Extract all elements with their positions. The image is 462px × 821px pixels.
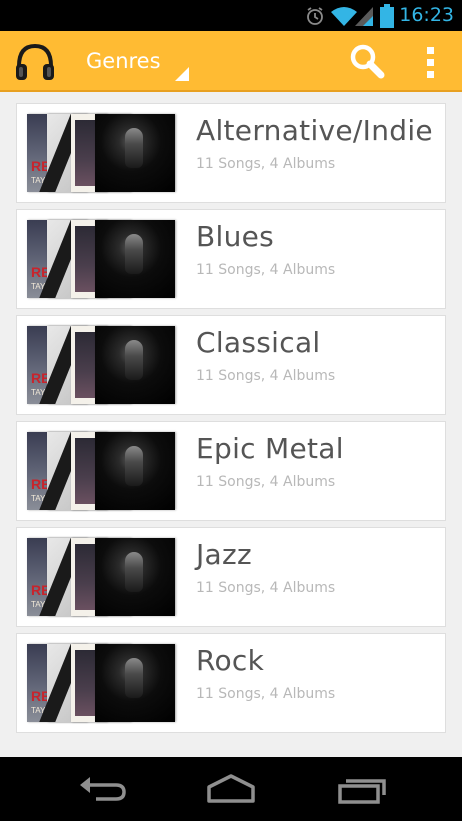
album-art xyxy=(95,114,175,192)
album-art-stack: RED TAYLOR xyxy=(27,114,175,194)
page-title: Genres xyxy=(86,49,161,73)
album-art xyxy=(95,220,175,298)
genre-name: Rock xyxy=(196,644,265,677)
alarm-icon xyxy=(307,7,323,25)
genre-card-alternative-indie[interactable]: RED TAYLOR Alternative/Indie 11 Songs, 4… xyxy=(16,103,446,203)
genre-name: Classical xyxy=(196,326,321,359)
signal-icon xyxy=(355,7,373,26)
genre-card-epic-metal[interactable]: RED TAYLOR Epic Metal 11 Songs, 4 Albums xyxy=(16,421,446,521)
genre-name: Alternative/Indie xyxy=(196,114,433,147)
status-time: 16:23 xyxy=(399,4,454,26)
genres-spinner[interactable]: Genres xyxy=(76,39,191,85)
genre-card-jazz[interactable]: RED TAYLOR Jazz 11 Songs, 4 Albums xyxy=(16,527,446,627)
album-art-stack: RED TAYLOR xyxy=(27,326,175,406)
album-art-stack: RED TAYLOR xyxy=(27,644,175,724)
overflow-dot xyxy=(427,59,434,66)
genre-meta: 11 Songs, 4 Albums xyxy=(196,156,336,172)
genre-meta: 11 Songs, 4 Albums xyxy=(196,262,336,278)
status-bar: 16:23 xyxy=(0,0,462,31)
genre-name: Blues xyxy=(196,220,275,253)
genre-meta: 11 Songs, 4 Albums xyxy=(196,580,336,596)
action-bar: Genres xyxy=(0,31,462,92)
album-art xyxy=(95,644,175,722)
genre-list: RED TAYLOR Alternative/Indie 11 Songs, 4… xyxy=(0,92,462,757)
genre-card-blues[interactable]: RED TAYLOR Blues 11 Songs, 4 Albums xyxy=(16,209,446,309)
overflow-dot xyxy=(427,71,434,78)
album-art-stack: RED TAYLOR xyxy=(27,538,175,618)
navigation-bar xyxy=(0,757,462,821)
genre-name: Jazz xyxy=(196,538,253,571)
genre-card-rock[interactable]: RED TAYLOR Rock 11 Songs, 4 Albums xyxy=(16,633,446,733)
genre-meta: 11 Songs, 4 Albums xyxy=(196,368,336,384)
spinner-caret-icon xyxy=(175,67,189,81)
album-art xyxy=(95,538,175,616)
genre-name: Epic Metal xyxy=(196,432,344,465)
screen: 16:23 Genres RED Alternative/Indie 11 So… xyxy=(0,0,462,821)
genre-meta: 11 Songs, 4 Albums xyxy=(196,474,336,490)
album-art-stack: RED TAYLOR xyxy=(27,220,175,300)
headphones-icon[interactable] xyxy=(13,40,57,84)
album-art-stack: RED TAYLOR xyxy=(27,432,175,512)
album-art xyxy=(95,432,175,510)
recent-apps-icon[interactable] xyxy=(332,771,392,807)
overflow-dot xyxy=(427,47,434,54)
genre-card-classical[interactable]: RED TAYLOR Classical 11 Songs, 4 Albums xyxy=(16,315,446,415)
genre-meta: 11 Songs, 4 Albums xyxy=(196,686,336,702)
home-icon[interactable] xyxy=(201,771,261,807)
overflow-menu-icon[interactable] xyxy=(414,43,448,83)
battery-icon xyxy=(380,4,394,28)
back-icon[interactable] xyxy=(72,771,132,807)
search-icon[interactable] xyxy=(346,41,388,83)
album-art xyxy=(95,326,175,404)
